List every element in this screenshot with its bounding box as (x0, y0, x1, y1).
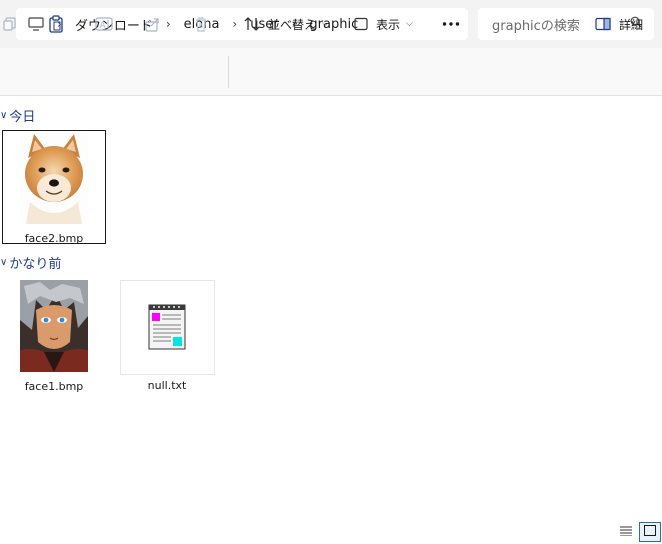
group-label: 今日 (9, 110, 36, 125)
computer-icon[interactable] (28, 17, 44, 31)
group-header-long-ago[interactable]: ∨ かなり前 (0, 253, 61, 272)
trash-icon (193, 16, 209, 32)
image-thumbnail (20, 132, 88, 228)
anime-portrait-thumbnail (20, 280, 88, 372)
details-view-button[interactable] (615, 522, 637, 542)
text-file-thumbnail (119, 280, 215, 375)
view-button[interactable]: 表示 ⌵ (354, 14, 413, 34)
breadcrumb-item-downloads[interactable]: ダウンロード (75, 15, 153, 34)
more-options-button[interactable] (442, 14, 460, 34)
clipboard-icon (48, 15, 64, 33)
copy-button[interactable] (2, 14, 18, 34)
share-button[interactable] (145, 14, 161, 34)
details-pane-icon (595, 17, 611, 31)
chevron-down-icon: ⌵ (322, 19, 329, 29)
file-tile-face2[interactable]: face2.bmp (2, 130, 106, 245)
view-label: 表示 (376, 17, 401, 32)
share-icon (145, 16, 161, 32)
image-thumbnail (20, 280, 88, 376)
tile-view-icon (644, 524, 656, 540)
rename-icon: A (95, 16, 113, 32)
chevron-right-icon: › (232, 17, 238, 31)
chevron-down-icon: ∨ (0, 110, 8, 121)
search-placeholder: graphicの検索 (492, 18, 580, 34)
file-name: null.txt (147, 379, 187, 392)
delete-button[interactable] (193, 14, 209, 34)
file-tile-face1[interactable]: face1.bmp (2, 279, 106, 393)
sort-label: 並べ替え (268, 17, 317, 32)
svg-text:A: A (100, 21, 107, 31)
toolbar-divider (228, 56, 229, 88)
group-label: かなり前 (9, 257, 62, 272)
sort-icon (244, 16, 260, 32)
chevron-down-icon: ⌵ (406, 19, 413, 29)
details-label: 詳細 (619, 17, 644, 32)
file-name: face1.bmp (24, 380, 84, 393)
group-header-today[interactable]: ∨ 今日 (0, 106, 35, 125)
rename-button[interactable]: A (95, 14, 113, 34)
file-tile-null-txt[interactable]: null.txt (115, 279, 219, 393)
command-bar (0, 48, 662, 96)
more-icon (442, 21, 460, 27)
dog-face-thumbnail (20, 132, 88, 224)
paste-button[interactable] (48, 14, 64, 34)
chevron-down-icon: ∨ (0, 257, 8, 268)
large-icons-view-button[interactable] (639, 522, 661, 542)
details-pane-button[interactable]: 詳細 (595, 14, 643, 34)
list-view-icon (620, 525, 632, 540)
sort-button[interactable]: 並べ替え ⌵ (244, 14, 329, 34)
copy-icon (2, 16, 18, 32)
chevron-right-icon: › (165, 17, 171, 31)
view-icon (354, 17, 368, 31)
file-name: face2.bmp (24, 232, 84, 245)
notepad-icon (146, 301, 188, 355)
